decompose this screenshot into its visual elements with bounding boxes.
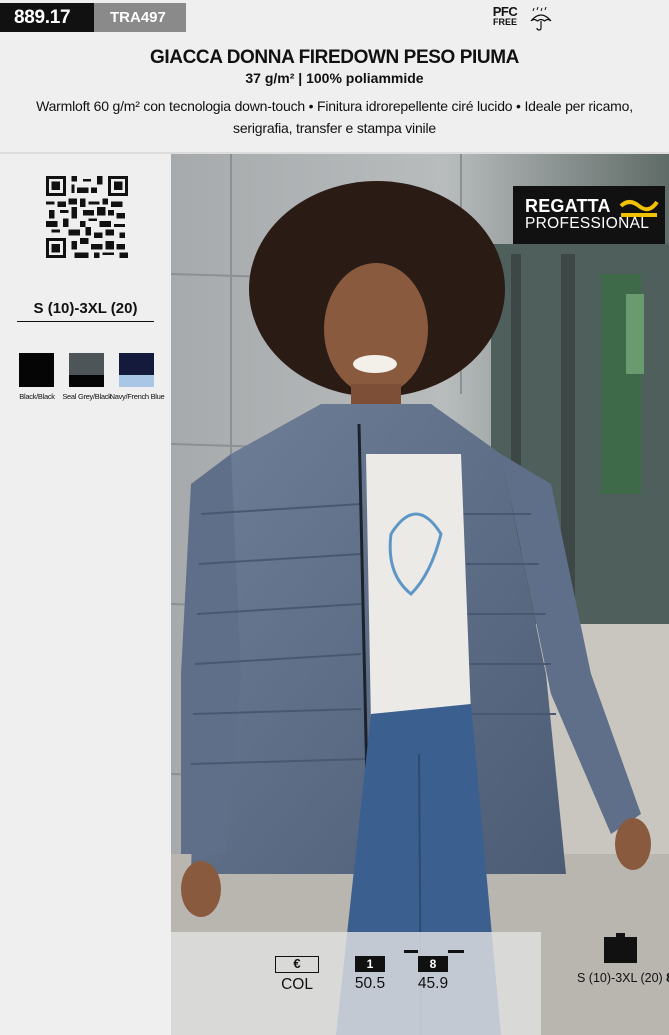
- water-repellent-umbrella-icon: [530, 6, 552, 31]
- product-description: Warmloft 60 g/m² con tecnologia down-tou…: [36, 98, 633, 136]
- regatta-professional-logo: REGATTA PROFESSIONAL: [513, 186, 665, 244]
- regatta-wave-icon: [619, 200, 659, 217]
- packaging-bag-icon: [604, 933, 637, 963]
- qty2-box: 8: [418, 956, 448, 972]
- product-sku: TRA497: [94, 3, 186, 32]
- product-subtitle: 37 g/m² | 100% poliammide: [245, 70, 424, 86]
- product-photo: [171, 154, 669, 1035]
- swatch-seal-grey-black: [69, 353, 104, 387]
- pack-label: S (10)-3XL (20) 8: [577, 970, 669, 985]
- qty2-right-dash: [448, 950, 464, 953]
- currency-label: COL: [281, 976, 313, 993]
- size-range: S (10)-3XL (20): [17, 300, 154, 322]
- currency-box: €: [275, 956, 319, 973]
- qty1-price: 50.5: [354, 975, 386, 992]
- colour-label-black-black: Black/Black: [19, 392, 55, 401]
- swatch-navy-french-blue: [119, 353, 154, 387]
- price-column-qty2: 8 45.9: [413, 955, 453, 993]
- qty2-left-dash: [404, 950, 418, 953]
- colour-label-navy-french-blue: Navy/French Blue: [109, 392, 165, 401]
- price-column-currency: € COL: [273, 955, 321, 994]
- price-column-qty1: 1 50.5: [350, 955, 390, 993]
- qr-code-icon: [46, 176, 128, 258]
- qty1-box: 1: [355, 956, 385, 972]
- swatch-black-black: [19, 353, 54, 387]
- colour-label-seal-grey-black: Seal Grey/Black: [62, 392, 112, 401]
- product-code: 889.17: [0, 3, 94, 32]
- qty2-price: 45.9: [417, 975, 449, 992]
- product-title: GIACCA DONNA FIREDOWN PESO PIUMA: [150, 47, 519, 68]
- free-label: FREE: [492, 17, 517, 27]
- pfc-label: PFC: [492, 4, 518, 19]
- pack-sizes: S (10)-3XL (20): [577, 971, 663, 985]
- pfc-free-badge: PFC FREE: [488, 4, 522, 27]
- top-bar: 889.17 TRA497 PFC FREE: [0, 0, 669, 34]
